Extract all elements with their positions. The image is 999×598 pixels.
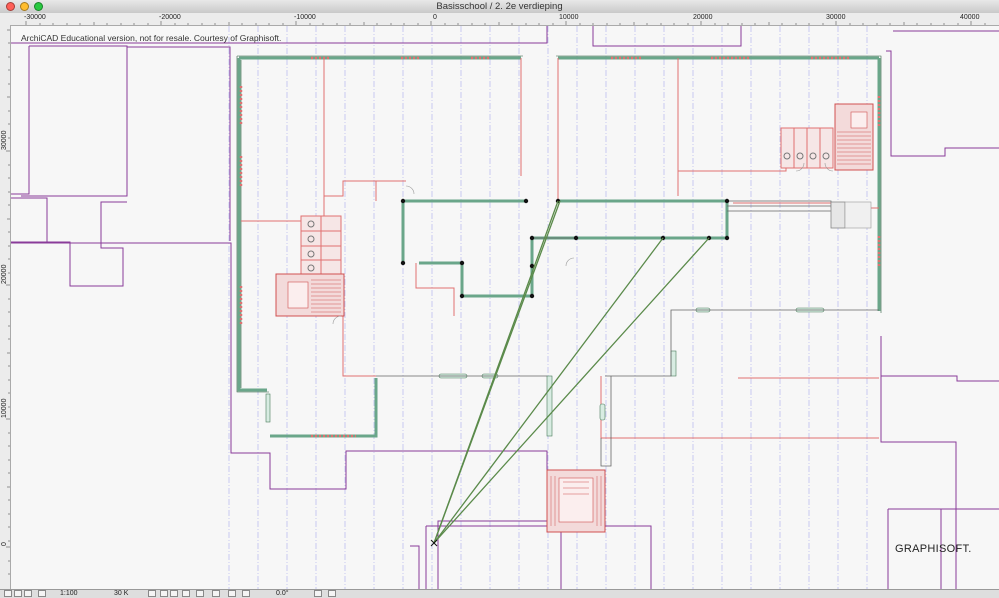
ruler-ticks <box>6 29 10 575</box>
window-elements <box>265 307 825 437</box>
navigate-icon[interactable] <box>148 590 156 597</box>
window-title: Basisschool / 2. 2e verdieping <box>436 1 563 12</box>
settings-icon[interactable] <box>314 590 322 597</box>
fit-window-icon[interactable] <box>182 590 190 597</box>
title-bar: Basisschool / 2. 2e verdieping <box>0 0 999 14</box>
stair-left <box>275 273 345 317</box>
door-swings <box>332 162 834 325</box>
stair-bottom <box>546 469 606 533</box>
layout-icon[interactable] <box>38 590 46 597</box>
restroom-left <box>300 215 342 275</box>
zoom-in-icon[interactable] <box>160 590 168 597</box>
next-view-icon[interactable] <box>228 590 236 597</box>
stair-right <box>834 103 874 171</box>
restroom-right <box>780 127 834 169</box>
ruler-ticks <box>25 21 986 25</box>
floor-plan-canvas[interactable]: ArchiCAD Educational version, not for re… <box>11 26 999 589</box>
selection-handles <box>400 198 730 299</box>
license-notice: ArchiCAD Educational version, not for re… <box>21 33 282 43</box>
floor-plan-drawing <box>11 26 999 589</box>
zoom-out-icon[interactable] <box>170 590 178 597</box>
floor-icon[interactable] <box>24 590 32 597</box>
view-icon[interactable] <box>14 590 22 597</box>
pan-icon[interactable] <box>196 590 204 597</box>
graphisoft-logo: GRAPHISOFT. <box>895 543 972 555</box>
previous-view-icon[interactable] <box>212 590 220 597</box>
layer-icon[interactable] <box>4 590 12 597</box>
partition-lines <box>376 200 879 467</box>
horizontal-ruler[interactable]: -30000 -20000 -10000 0 10000 20000 30000… <box>0 13 999 26</box>
rotate-icon[interactable] <box>242 590 250 597</box>
service-box <box>830 201 846 229</box>
vertical-ruler[interactable]: 30000 20000 10000 0 <box>0 25 11 589</box>
options-icon[interactable] <box>328 590 336 597</box>
